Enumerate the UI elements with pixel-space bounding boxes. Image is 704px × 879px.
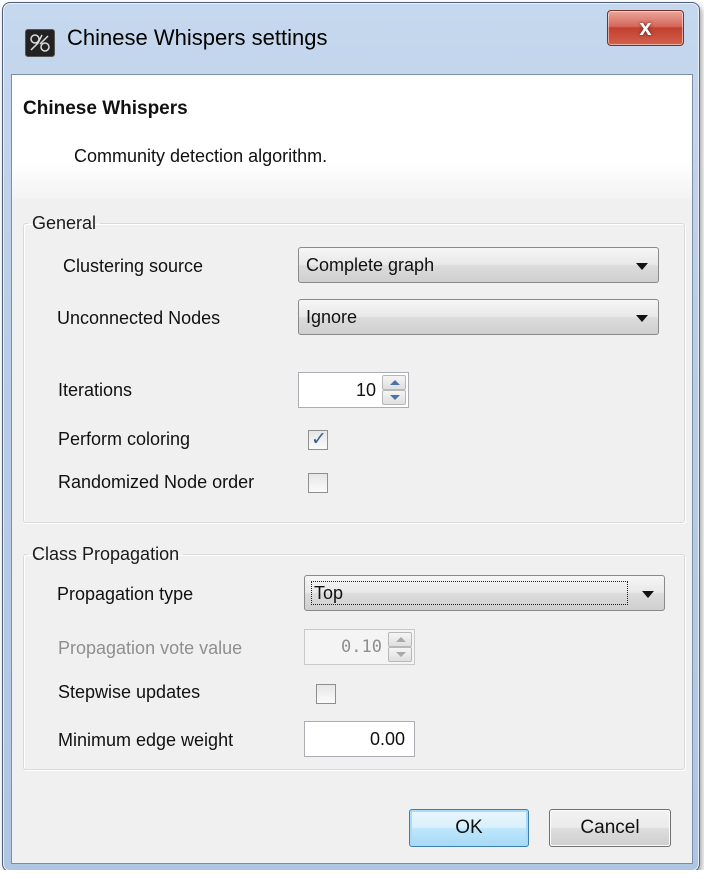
unconnected-nodes-value: Ignore: [306, 307, 358, 327]
spinner-down-icon[interactable]: [382, 390, 406, 405]
settings-dialog: Chinese Whispers settings x Chinese Whis…: [2, 2, 700, 872]
randomized-order-label: Randomized Node order: [58, 472, 255, 492]
unconnected-nodes-select[interactable]: Ignore: [298, 299, 659, 335]
clustering-source-value: Complete graph: [306, 255, 435, 275]
propagation-type-label: Propagation type: [57, 584, 194, 604]
min-edge-weight-value: 0.00: [369, 729, 405, 749]
unconnected-nodes-label: Unconnected Nodes: [57, 308, 221, 328]
vote-value-spinner[interactable]: 0.10: [304, 629, 415, 665]
propagation-type-select[interactable]: Top: [304, 575, 665, 611]
algorithm-title: Chinese Whispers: [23, 98, 188, 119]
spinner-down-icon[interactable]: [388, 647, 412, 662]
dialog-body: Chinese Whispers Community detection alg…: [11, 74, 693, 864]
close-icon: x: [639, 15, 652, 40]
min-edge-weight-label: Minimum edge weight: [58, 730, 234, 750]
spinner-up-icon[interactable]: [388, 632, 412, 647]
min-edge-weight-input[interactable]: 0.00: [304, 721, 415, 757]
vote-value: 0.10: [341, 637, 382, 657]
ok-button[interactable]: OK: [409, 809, 529, 847]
iterations-value: 10: [355, 380, 376, 400]
cancel-button[interactable]: Cancel: [549, 809, 671, 847]
page-margin: [0, 870, 704, 879]
dropdown-arrow-icon: [636, 263, 648, 270]
vote-value-label: Propagation vote value: [58, 638, 243, 658]
close-button[interactable]: x: [607, 10, 684, 46]
dialog-header: Chinese Whispers Community detection alg…: [12, 75, 692, 199]
general-legend: General: [32, 213, 97, 233]
title-bar[interactable]: Chinese Whispers settings x: [3, 3, 699, 75]
class-propagation-legend: Class Propagation: [32, 544, 180, 564]
stepwise-updates-label: Stepwise updates: [58, 682, 201, 702]
spinner-buttons: [388, 632, 412, 662]
spinner-buttons: [382, 375, 406, 405]
dropdown-arrow-icon: [636, 315, 648, 322]
checkmark-icon: ✓: [311, 429, 327, 450]
randomized-order-checkbox[interactable]: [308, 473, 328, 493]
clustering-source-label: Clustering source: [63, 256, 204, 276]
perform-coloring-checkbox[interactable]: ✓: [308, 429, 328, 450]
propagation-type-value: Top: [311, 581, 628, 605]
stepwise-updates-checkbox[interactable]: [316, 684, 336, 704]
app-icon: [25, 29, 55, 57]
spinner-up-icon[interactable]: [382, 375, 406, 390]
iterations-label: Iterations: [58, 380, 133, 400]
dropdown-arrow-icon: [642, 591, 654, 598]
iterations-spinner[interactable]: 10: [298, 372, 409, 408]
clustering-source-select[interactable]: Complete graph: [298, 247, 659, 283]
window-title: Chinese Whispers settings: [67, 25, 328, 50]
algorithm-description: Community detection algorithm.: [74, 146, 328, 166]
perform-coloring-label: Perform coloring: [58, 429, 191, 449]
